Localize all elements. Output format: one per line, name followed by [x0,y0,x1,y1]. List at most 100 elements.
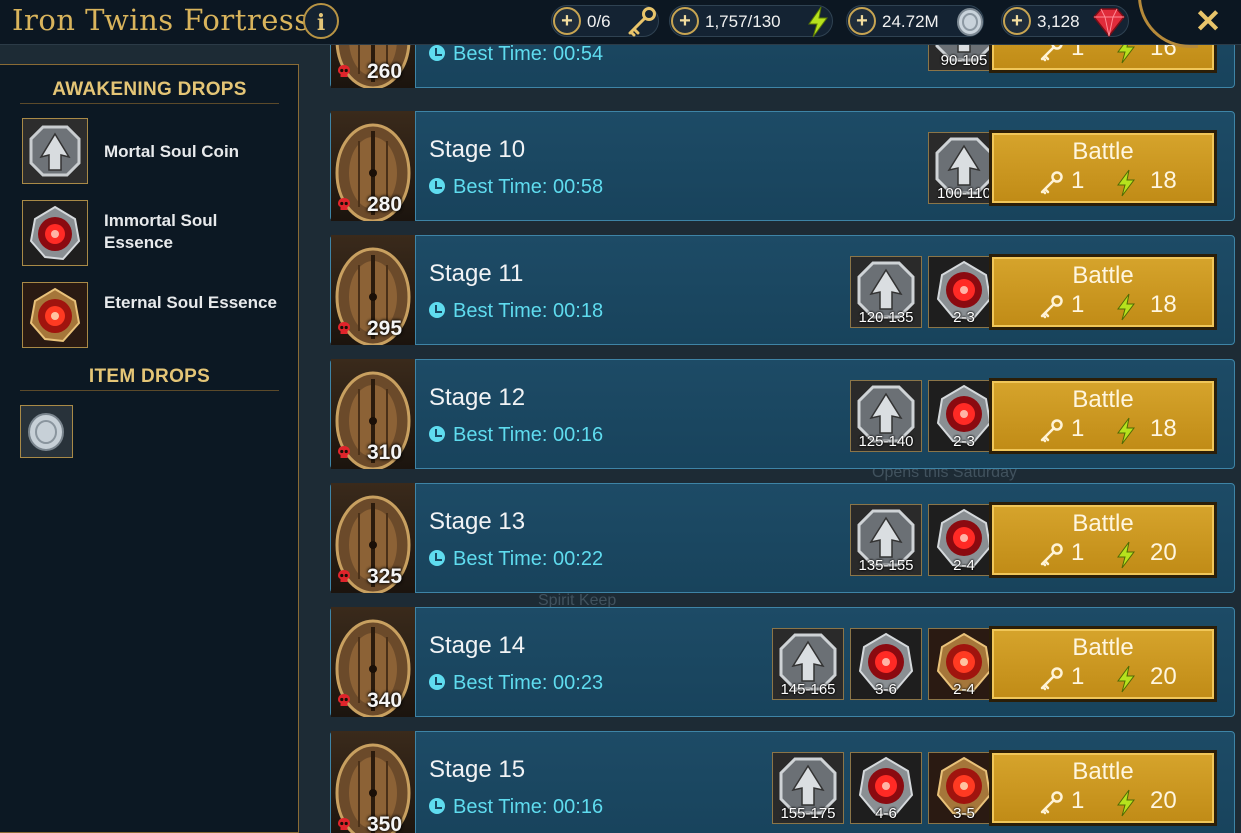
best-time: Best Time: 00:18 [429,300,603,323]
boss-power-level: 340 [367,689,403,712]
reward-count: 4-6 [875,805,897,822]
key-icon [628,7,656,37]
boss-power-level: 310 [367,441,403,464]
stage-row[interactable]: 340 Stage 14 Best Time: 00:23 145-165 3-6 2-4… [330,607,1235,717]
energy-icon [1117,44,1135,64]
stage-name: Stage 11 [429,260,524,287]
battle-button[interactable]: Battle 1 18 [989,254,1217,330]
key-cost: 1 [1071,415,1085,442]
battle-button[interactable]: Battle116 [989,44,1217,73]
energy-cost: 20 [1150,663,1177,690]
stage-name: Stage 14 [429,632,526,659]
skull-icon [338,322,350,334]
keys-value: 0/6 [587,12,611,31]
energy-cost: 20 [1150,539,1177,566]
reward-drop[interactable]: 125-140 [850,380,922,452]
best-time: Best Time: 00:23 [429,672,603,695]
info-icon[interactable]: i [303,3,339,39]
best-time-label: Best Time: 00:16 [453,796,604,818]
stage-list[interactable]: Opens this Saturday Spirit Keep 260 Best … [300,44,1241,833]
stage-row[interactable]: 310 Stage 12 Best Time: 00:16 125-140 2-3 Bat… [330,359,1235,469]
boss-portrait: 340 [331,607,416,717]
key-icon [1040,44,1063,62]
boss-portrait: 325 [331,483,416,593]
key-icon [1040,667,1063,691]
energy-cost: 20 [1150,787,1177,814]
best-time-label: Best Time: 00:18 [453,300,604,322]
drops-panel: AWAKENING DROPS Mortal Soul Coin Immorta… [0,64,299,833]
skull-icon [338,65,350,77]
immortal-soul-essence-icon [22,200,88,266]
eternal-soul-essence-icon [22,282,88,348]
stage-name: Stage 13 [429,508,526,535]
energy-icon [808,6,828,38]
reward-count: 145-165 [780,681,836,698]
battle-button[interactable]: Battle 1 20 [989,750,1217,826]
reward-drop[interactable]: 4-6 [850,752,922,824]
energy-icon [1117,541,1135,569]
boss-power-level: 325 [367,565,403,588]
reward-drop[interactable]: 3-6 [850,628,922,700]
battle-label: Battle [1072,386,1134,413]
drop-label: Mortal Soul Coin [104,142,240,161]
battle-button[interactable]: Battle 1 18 [989,378,1217,454]
skull-icon [338,818,350,830]
reward-count: 155-175 [780,805,836,822]
reward-drop[interactable]: 145-165 [772,628,844,700]
energy-icon [1117,169,1135,197]
battle-button[interactable]: Battle 1 20 [989,502,1217,578]
silver-value: 24.72M [882,12,939,31]
energy-cost: 16 [1150,44,1177,61]
clock-icon [429,426,445,442]
stage-row[interactable]: 350 Stage 15 Best Time: 00:16 155-175 4-6 3-5… [330,731,1235,833]
key-cost: 1 [1071,167,1085,194]
reward-drop[interactable]: 135-155 [850,504,922,576]
battle-label: Battle [1072,138,1134,165]
boss-portrait: 350 [331,731,416,833]
reward-drop[interactable]: 155-175 [772,752,844,824]
close-icon[interactable]: ✕ [1190,2,1226,40]
gem-icon [1093,8,1125,38]
energy-icon [1117,417,1135,445]
silver-coin-icon [20,405,73,458]
battle-label: Battle [1072,262,1134,289]
key-icon [1040,791,1063,815]
battle-button[interactable]: Battle 1 20 [989,626,1217,702]
page-title: Iron Twins Fortress [12,3,310,37]
energy-cost: 18 [1150,415,1177,442]
boss-portrait: 295 [331,235,416,345]
reward-drop[interactable]: 120-135 [850,256,922,328]
best-time: Best Time: 00:22 [429,548,603,571]
boss-portrait: 310 [331,359,416,469]
boss-power-level: 280 [367,193,403,216]
divider [20,390,279,391]
skull-icon [338,570,350,582]
best-time: Best Time: 00:58 [429,176,603,199]
best-time-label: Best Time: 00:16 [453,424,604,446]
add-gems-button[interactable]: + [1003,7,1031,35]
add-keys-button[interactable]: + [553,7,581,35]
drop-label: Immortal Soul Essence [104,211,218,252]
stage-row[interactable]: 280 Stage 10 Best Time: 00:58 100-110 Battle… [330,111,1235,221]
top-bar: Iron Twins Fortress i + 0/6 + 1,757/130 … [0,0,1241,48]
stage-row[interactable]: 260Best Time: 00:5490-105Battle116 [330,44,1235,88]
stage-row[interactable]: 295 Stage 11 Best Time: 00:18 120-135 2-3 Bat… [330,235,1235,345]
energy-value: 1,757/130 [705,12,781,31]
key-cost: 1 [1071,539,1085,566]
key-cost: 1 [1071,44,1085,61]
add-silver-button[interactable]: + [848,7,876,35]
clock-icon [429,302,445,318]
menu-corner-ornament [1138,0,1198,48]
reward-count: 120-135 [858,309,914,326]
energy-icon [1117,789,1135,817]
boss-portrait: 260 [331,44,416,88]
clock-icon [429,674,445,690]
boss-power-level: 295 [367,317,403,340]
energy-resource: + 1,757/130 [669,5,833,38]
add-energy-button[interactable]: + [671,7,699,35]
drop-label: Eternal Soul Essence [104,293,277,312]
stage-row[interactable]: 325 Stage 13 Best Time: 00:22 135-155 2-4 Bat… [330,483,1235,593]
skull-icon [338,198,350,210]
battle-button[interactable]: Battle 1 18 [989,130,1217,206]
best-time: Best Time: 00:16 [429,424,603,447]
